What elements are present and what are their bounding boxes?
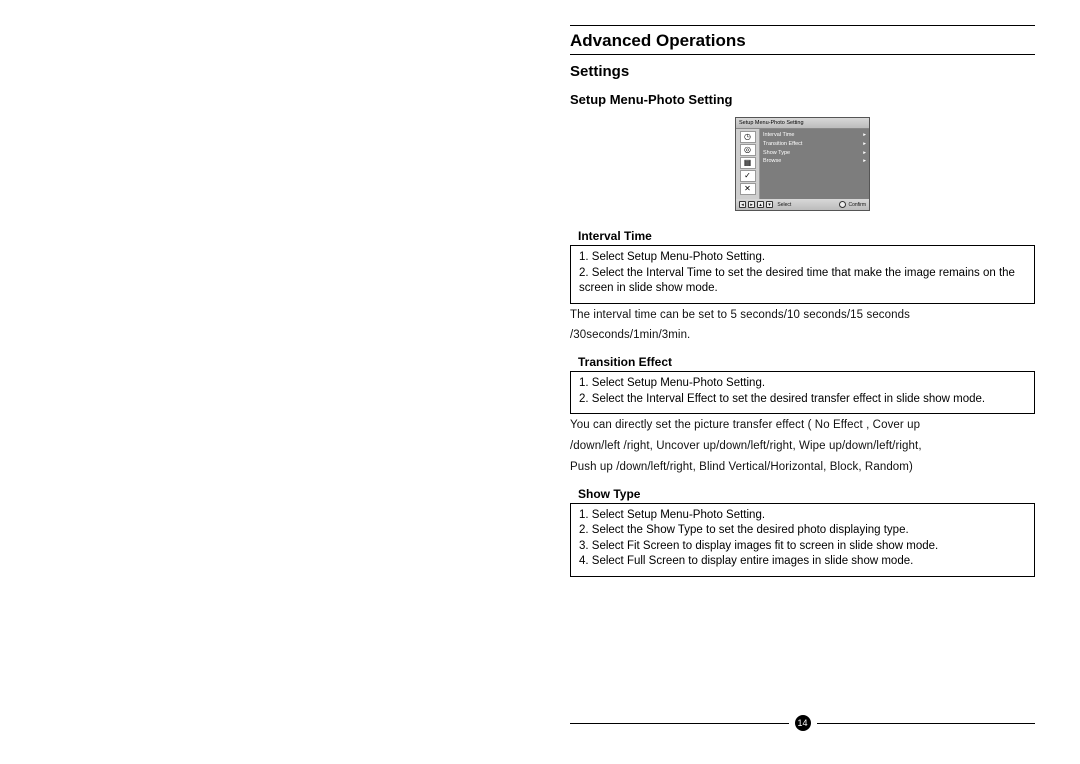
transition-step2: 2. Select the Interval Effect to set the… (579, 392, 1026, 408)
menu-list: Interval Time▸ Transition Effect▸ Show T… (760, 129, 869, 199)
menu-screenshot: Setup Menu-Photo Setting ◷ ◎ ▦ ✓ ✕ Inter… (735, 117, 870, 211)
menu-body: ◷ ◎ ▦ ✓ ✕ Interval Time▸ Transition Effe… (736, 129, 869, 199)
header-rule-bottom (570, 54, 1035, 55)
interval-note2: /30seconds/1min/3min. (570, 327, 1035, 345)
arrow-down-icon: ▾ (766, 201, 773, 208)
transition-box: 1. Select Setup Menu-Photo Setting. 2. S… (570, 371, 1035, 414)
footer-rule-right (817, 723, 1036, 724)
page-number: 14 (795, 715, 811, 731)
showtype-step1: 1. Select Setup Menu-Photo Setting. (579, 508, 1026, 524)
transition-note1: You can directly set the picture transfe… (570, 417, 1035, 435)
showtype-heading: Show Type (570, 487, 1035, 501)
arrow-left-icon: ◂ (739, 201, 746, 208)
arrow-up-icon: ▴ (757, 201, 764, 208)
check-icon: ✓ (740, 170, 756, 182)
footer-rule-left (570, 723, 789, 724)
menu-icon-column: ◷ ◎ ▦ ✓ ✕ (736, 129, 760, 199)
transition-note3: Push up /down/left/right, Blind Vertical… (570, 459, 1035, 477)
photo-icon: ▦ (740, 157, 756, 169)
menu-footer-select: ◂ ▸ ▴ ▾ Select (739, 201, 791, 208)
page-footer: 14 (570, 715, 1035, 731)
transition-note2: /down/left /right, Uncover up/down/left/… (570, 438, 1035, 456)
showtype-step4: 4. Select Full Screen to display entire … (579, 554, 1026, 570)
showtype-step2: 2. Select the Show Type to set the desir… (579, 523, 1026, 539)
menu-caption: Setup Menu-Photo Setting (736, 118, 869, 129)
menu-item-interval: Interval Time▸ (763, 131, 866, 140)
arrow-right-icon: ▸ (748, 201, 755, 208)
menu-item-browse: Browse▸ (763, 157, 866, 166)
menu-screenshot-wrapper: Setup Menu-Photo Setting ◷ ◎ ▦ ✓ ✕ Inter… (570, 117, 1035, 211)
showtype-step3: 3. Select Fit Screen to display images f… (579, 539, 1026, 555)
interval-step1: 1. Select Setup Menu-Photo Setting. (579, 250, 1026, 266)
document-page: Advanced Operations Settings Setup Menu-… (570, 25, 1035, 579)
section-title: Settings (570, 63, 1035, 80)
toggle-icon: ◎ (740, 144, 756, 156)
interval-heading: Interval Time (570, 229, 1035, 243)
clock-icon: ◷ (740, 131, 756, 143)
interval-step2: 2. Select the Interval Time to set the d… (579, 266, 1026, 297)
transition-heading: Transition Effect (570, 355, 1035, 369)
close-icon: ✕ (740, 183, 756, 195)
interval-box: 1. Select Setup Menu-Photo Setting. 2. S… (570, 245, 1035, 304)
menu-item-transition: Transition Effect▸ (763, 140, 866, 149)
showtype-box: 1. Select Setup Menu-Photo Setting. 2. S… (570, 503, 1035, 577)
menu-item-showtype: Show Type▸ (763, 149, 866, 158)
menu-footer: ◂ ▸ ▴ ▾ Select Confirm (736, 199, 869, 210)
sub-title: Setup Menu-Photo Setting (570, 92, 1035, 107)
transition-step1: 1. Select Setup Menu-Photo Setting. (579, 376, 1026, 392)
interval-note1: The interval time can be set to 5 second… (570, 307, 1035, 325)
header-rule-top (570, 25, 1035, 26)
ok-icon (839, 201, 846, 208)
page-header: Advanced Operations (570, 29, 1035, 54)
menu-footer-confirm: Confirm (839, 201, 866, 208)
